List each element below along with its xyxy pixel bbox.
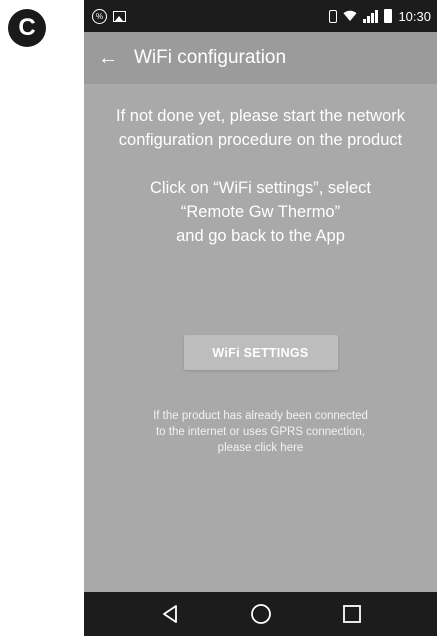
intro-line: configuration procedure on the product: [118, 131, 403, 149]
image-icon: [113, 10, 126, 22]
back-nav-icon[interactable]: [150, 594, 190, 634]
figure-label: C: [8, 9, 46, 47]
note-line: to the internet or uses GPRS connection,: [155, 426, 366, 438]
phone-screen: % 10:30 ← WiFi configuration If not done…: [84, 0, 437, 636]
wifi-settings-button[interactable]: WiFi SETTINGS: [183, 335, 338, 370]
instructions-text: Click on “WiFi settings”, select “Remote…: [84, 176, 437, 248]
signal-icon: [363, 9, 379, 23]
status-bar: % 10:30: [84, 0, 437, 32]
page: C % 10:30 ← WiFi configuration If not do…: [0, 0, 437, 636]
intro-line: If not done yet, please start the networ…: [116, 107, 405, 125]
instruction-line: Click on “WiFi settings”, select: [150, 179, 371, 197]
back-arrow-icon[interactable]: ←: [98, 47, 122, 70]
intro-text: If not done yet, please start the networ…: [84, 104, 437, 152]
note-line: please click here: [217, 442, 304, 454]
app-bar: ← WiFi configuration: [84, 32, 437, 84]
vibrate-icon: [329, 9, 338, 23]
status-time: 10:30: [398, 8, 431, 24]
battery-icon: [384, 9, 393, 23]
percent-icon: %: [92, 8, 107, 24]
already-connected-link[interactable]: If the product has already been connecte…: [84, 408, 437, 456]
status-bar-left: %: [92, 8, 126, 24]
page-title: WiFi configuration: [134, 47, 287, 68]
status-bar-right: 10:30: [329, 9, 431, 24]
navigation-bar: [84, 592, 437, 636]
instruction-line: “Remote Gw Thermo”: [180, 203, 341, 221]
home-nav-icon[interactable]: [241, 594, 281, 634]
recents-nav-icon[interactable]: [332, 594, 372, 634]
main-content: If not done yet, please start the networ…: [84, 104, 437, 456]
note-line: If the product has already been connecte…: [153, 410, 368, 422]
instruction-line: and go back to the App: [176, 227, 345, 245]
wifi-icon: [343, 10, 357, 21]
